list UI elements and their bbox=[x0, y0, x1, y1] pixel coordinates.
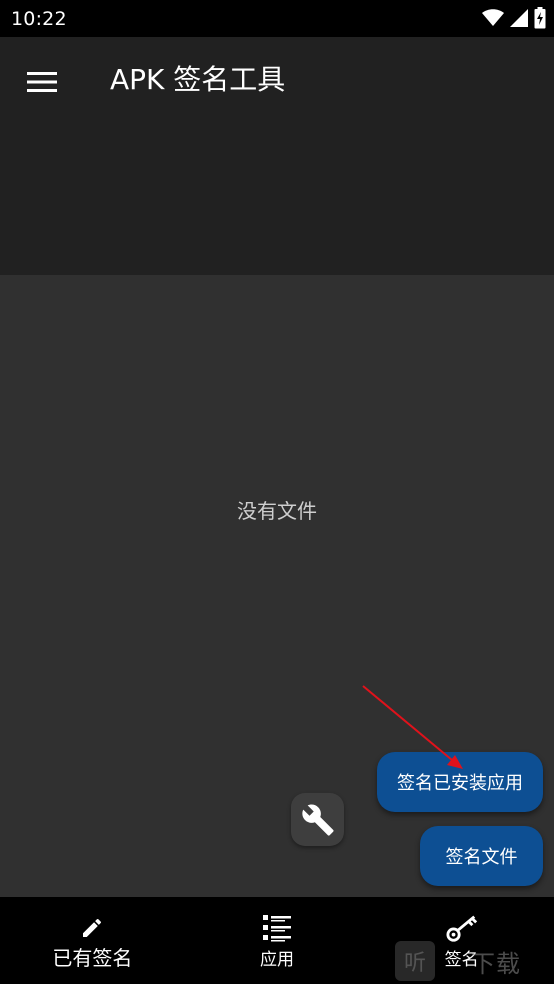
sign-installed-app-button[interactable]: 签名已安装应用 bbox=[377, 752, 543, 812]
nav-item-apps[interactable]: 应用 bbox=[185, 897, 370, 984]
nav-item-sign[interactable]: 签名 bbox=[369, 897, 554, 984]
app-bar: APK 签名工具 bbox=[0, 37, 554, 275]
hamburger-menu-icon bbox=[27, 72, 57, 92]
nav-label-apps: 应用 bbox=[260, 950, 294, 970]
nav-item-existing-signatures[interactable]: 已有签名 bbox=[0, 897, 185, 984]
app-screen: 10:22 APK 签名工具 没有文件 签名已安装应用 签名文件 已有签名 应用… bbox=[0, 0, 554, 984]
list-icon bbox=[261, 912, 293, 944]
nav-label-sign: 签名 bbox=[444, 950, 479, 970]
key-icon bbox=[446, 912, 478, 944]
signal-icon bbox=[510, 9, 528, 27]
tools-button[interactable] bbox=[291, 793, 344, 846]
status-time: 10:22 bbox=[11, 8, 67, 30]
status-icons bbox=[482, 6, 546, 30]
pencil-icon bbox=[76, 912, 108, 944]
app-title: APK 签名工具 bbox=[110, 63, 286, 96]
battery-charging-icon bbox=[534, 7, 546, 29]
menu-button[interactable] bbox=[18, 58, 66, 106]
empty-state-text: 没有文件 bbox=[237, 499, 317, 523]
wifi-icon bbox=[482, 9, 504, 26]
status-bar: 10:22 bbox=[0, 0, 554, 37]
wrench-icon bbox=[301, 804, 334, 836]
nav-label-existing-signatures: 已有签名 bbox=[52, 946, 133, 970]
sign-file-button[interactable]: 签名文件 bbox=[420, 826, 543, 886]
bottom-navigation: 已有签名 应用 签名 bbox=[0, 897, 554, 984]
